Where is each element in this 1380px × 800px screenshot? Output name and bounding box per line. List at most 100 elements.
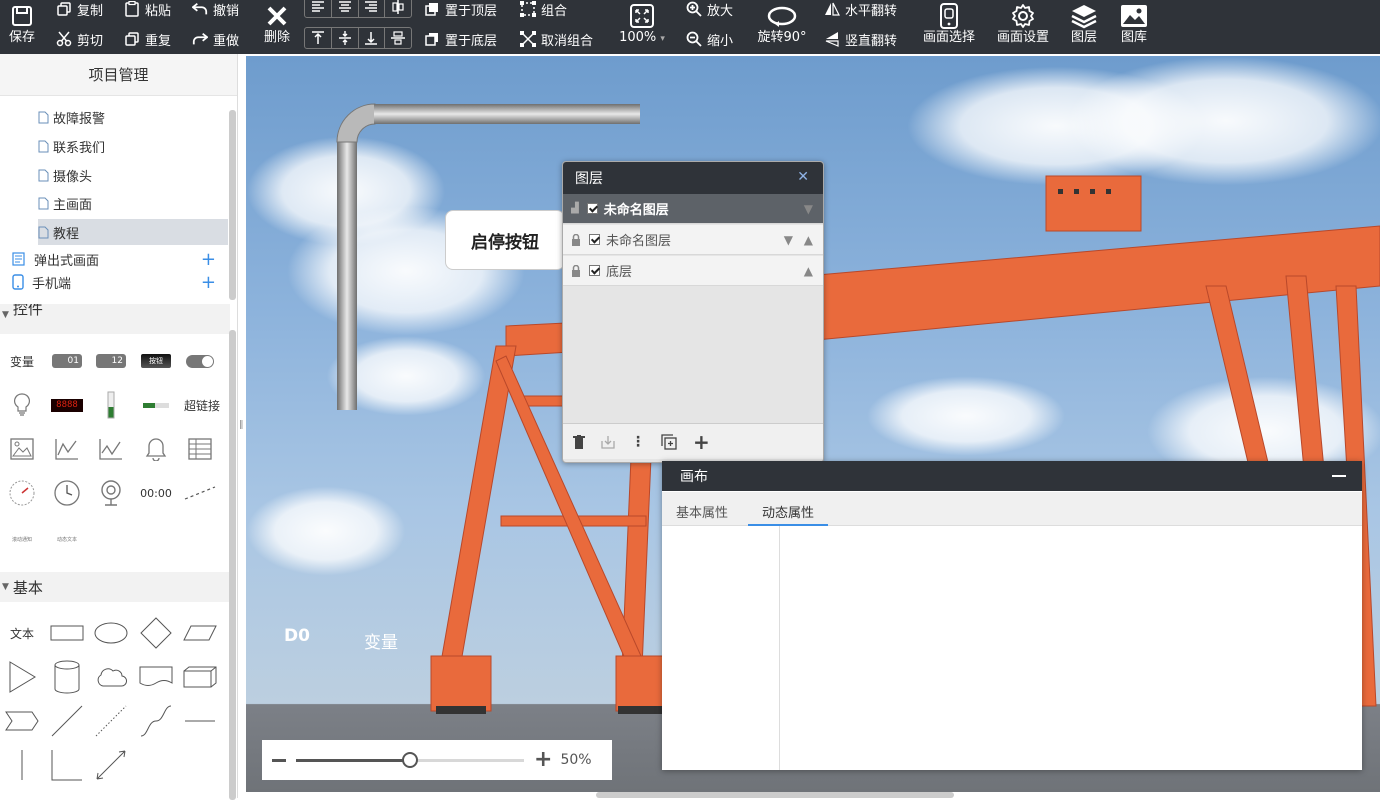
layer-visible-checkbox[interactable]	[589, 234, 600, 245]
gallery-button[interactable]: 图库	[1112, 2, 1156, 52]
tag-variable[interactable]: 变量	[364, 628, 398, 653]
align-top-icon[interactable]	[305, 28, 332, 48]
ctl-slider[interactable]	[136, 387, 176, 423]
align-middle-icon[interactable]	[332, 28, 359, 48]
shape-triangle[interactable]	[2, 659, 42, 695]
sidebar-scrollbar[interactable]	[229, 110, 236, 300]
zoom-minus-icon[interactable]	[272, 758, 286, 762]
copy-layer-icon[interactable]	[661, 433, 677, 450]
bring-to-top-button[interactable]: 置于顶层	[424, 0, 497, 20]
ungroup-button[interactable]: 取消组合	[520, 28, 593, 50]
ctl-button[interactable]: 按钮	[136, 343, 176, 379]
add-popup-icon[interactable]: +	[201, 249, 216, 270]
screen-select-button[interactable]: 画面选择	[918, 2, 980, 52]
flip-horizontal-button[interactable]: 水平翻转	[824, 0, 897, 20]
redo-button[interactable]: 重做	[192, 28, 239, 50]
move-down-icon[interactable]: ▼	[784, 233, 793, 247]
shape-curve[interactable]	[136, 703, 176, 739]
tree-page-contact[interactable]: 联系我们	[38, 133, 228, 159]
ctl-table[interactable]	[180, 431, 220, 467]
shape-arrow-line[interactable]	[91, 747, 131, 783]
rotate-button[interactable]: 旋转90°	[754, 2, 810, 52]
tree-page-camera[interactable]: 摄像头	[38, 162, 228, 188]
tab-basic-properties[interactable]: 基本属性	[676, 502, 728, 521]
align-center-icon[interactable]	[332, 0, 359, 17]
ctl-dynamic-text[interactable]: 动态文本	[47, 521, 87, 557]
paste-button[interactable]: 粘贴	[124, 0, 171, 20]
tree-page-fault-alarm[interactable]: 故障报警	[38, 104, 228, 130]
properties-list-pane[interactable]	[662, 526, 780, 770]
shape-cylinder[interactable]	[47, 659, 87, 695]
ctl-level-bar[interactable]	[91, 387, 131, 423]
align-right-icon[interactable]	[359, 0, 386, 17]
shape-cube[interactable]	[180, 659, 220, 695]
ctl-counter[interactable]: 01	[47, 343, 87, 379]
send-to-bottom-button[interactable]: 置于底层	[424, 28, 497, 50]
more-vertical-icon[interactable]: ⋮	[631, 434, 645, 450]
layers-button[interactable]: 图层	[1062, 2, 1106, 52]
layer-visible-checkbox[interactable]	[586, 203, 598, 214]
ctl-bulb[interactable]	[2, 387, 42, 423]
shape-dotted-line[interactable]	[91, 703, 131, 739]
ctl-toggle[interactable]	[180, 343, 220, 379]
move-up-icon[interactable]: ▲	[804, 233, 813, 247]
lock-icon[interactable]	[571, 264, 581, 277]
add-mobile-icon[interactable]: +	[201, 272, 216, 293]
zoom-slider-track[interactable]	[296, 751, 524, 768]
ctl-alarm[interactable]	[136, 431, 176, 467]
screen-settings-button[interactable]: 画面设置	[992, 2, 1054, 52]
align-hcenter-icon[interactable]	[385, 0, 411, 17]
layer-row-active[interactable]: ▟ 未命名图层 ▼	[563, 194, 823, 224]
ctl-clock[interactable]	[47, 475, 87, 511]
shape-vertical-line[interactable]	[2, 747, 42, 783]
delete-button[interactable]: 删除	[255, 2, 299, 52]
properties-detail-pane[interactable]	[780, 526, 1362, 770]
move-up-icon[interactable]: ▲	[804, 264, 813, 278]
align-vcenter-icon[interactable]	[385, 28, 411, 48]
move-down-icon[interactable]: ▼	[804, 202, 813, 216]
close-icon[interactable]: ✕	[797, 169, 809, 185]
start-stop-button[interactable]: 启停按钮	[445, 210, 565, 270]
properties-panel-header[interactable]: 画布	[662, 461, 1362, 491]
layer-visible-checkbox[interactable]	[589, 265, 600, 276]
splitter-handle-icon[interactable]: ‖	[239, 420, 244, 430]
ctl-gauge[interactable]	[2, 475, 42, 511]
canvas-hscrollbar[interactable]	[596, 792, 954, 798]
ctl-scroll-notice[interactable]: 滚动通知	[2, 521, 42, 557]
zoom-out-button[interactable]: 缩小	[686, 28, 733, 50]
shape-line[interactable]	[47, 703, 87, 739]
shape-rectangle[interactable]	[47, 615, 87, 651]
layer-row-base[interactable]: 底层 ▲	[563, 256, 823, 286]
shape-diamond[interactable]	[136, 615, 176, 651]
shape-chevron[interactable]	[2, 703, 42, 739]
layer-row[interactable]: 未命名图层 ▼ ▲	[563, 225, 823, 255]
lock-icon[interactable]	[571, 233, 581, 246]
align-left-icon[interactable]	[305, 0, 332, 17]
controls-section-header[interactable]: ▼ 控件	[0, 304, 230, 334]
trash-icon[interactable]	[573, 434, 585, 449]
export-layer-icon[interactable]	[601, 435, 615, 449]
shape-text[interactable]: 文本	[2, 615, 42, 651]
zoom-slider-handle[interactable]	[402, 751, 418, 768]
shape-horizontal-line[interactable]	[180, 703, 220, 739]
repeat-button[interactable]: 重复	[124, 28, 171, 50]
cut-button[interactable]: 剪切	[56, 28, 103, 50]
ctl-image[interactable]	[2, 431, 42, 467]
add-layer-icon[interactable]: +	[693, 432, 710, 452]
ctl-camera[interactable]	[91, 475, 131, 511]
shape-elbow-line[interactable]	[47, 747, 87, 783]
tag-d0[interactable]: D0	[284, 626, 310, 646]
shape-ellipse[interactable]	[91, 615, 131, 651]
align-bottom-icon[interactable]	[359, 28, 386, 48]
zoom-plus-icon[interactable]: +	[534, 749, 552, 771]
save-button[interactable]: 保存	[0, 2, 44, 52]
ctl-time-display[interactable]: 00:00	[136, 475, 176, 511]
ctl-dashed-line[interactable]	[180, 475, 220, 511]
ctl-history-chart[interactable]	[91, 431, 131, 467]
shape-document[interactable]	[136, 659, 176, 695]
tab-dynamic-properties[interactable]: 动态属性	[748, 502, 829, 526]
zoom-in-button[interactable]: 放大	[686, 0, 733, 20]
shape-parallelogram[interactable]	[180, 615, 220, 651]
flip-vertical-button[interactable]: 竖直翻转	[824, 28, 897, 50]
tree-group-popup[interactable]: 弹出式画面 +	[12, 248, 216, 270]
